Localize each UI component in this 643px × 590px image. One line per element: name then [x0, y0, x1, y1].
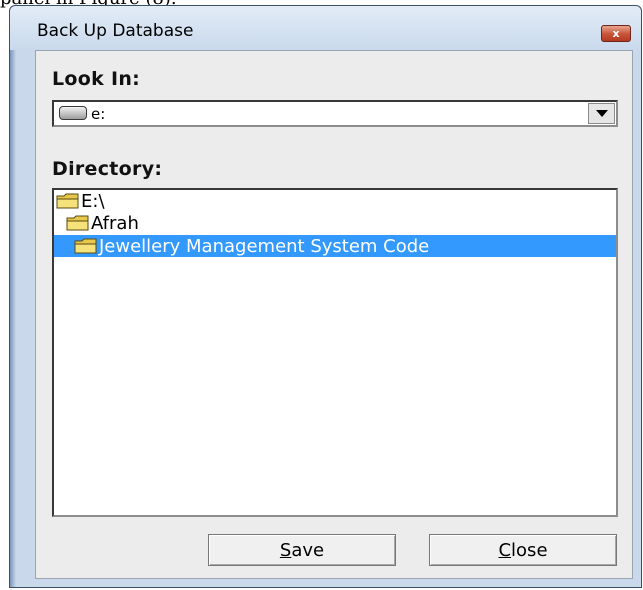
- close-mnemonic: C: [498, 539, 512, 561]
- folder-icon: [56, 193, 79, 209]
- dialog-body: Look In: e: Directory: E:\ Afrah Jewelle…: [35, 50, 633, 579]
- window-title: Back Up Database: [37, 21, 194, 41]
- folder-icon: [66, 215, 89, 231]
- close-button[interactable]: Close: [429, 534, 617, 566]
- chevron-down-icon: [595, 110, 608, 117]
- look-in-dropdown[interactable]: e:: [52, 100, 618, 127]
- close-icon: x: [612, 27, 620, 40]
- title-bar[interactable]: Back Up Database x: [10, 6, 641, 50]
- folder-icon: [74, 238, 97, 254]
- save-mnemonic: S: [279, 539, 292, 561]
- tree-item-label: E:\: [81, 190, 105, 212]
- dropdown-arrow-button[interactable]: [588, 103, 615, 124]
- look-in-value: e:: [91, 105, 106, 123]
- look-in-label: Look In:: [52, 68, 141, 90]
- tree-item-afrah[interactable]: Afrah: [66, 212, 139, 234]
- window-close-button[interactable]: x: [601, 25, 631, 42]
- tree-item-label: Afrah: [91, 212, 139, 234]
- directory-label: Directory:: [52, 158, 163, 180]
- tree-item-root[interactable]: E:\: [56, 190, 105, 212]
- backup-dialog: Back Up Database x Look In: e: Directory…: [9, 5, 642, 588]
- window-frame-edge: [10, 50, 16, 587]
- tree-item-label: Jewellery Management System Code: [99, 235, 430, 257]
- save-label-rest: ave: [291, 539, 325, 561]
- directory-tree[interactable]: E:\ Afrah Jewellery Management System Co…: [52, 188, 618, 517]
- close-label-rest: lose: [511, 539, 548, 561]
- save-button[interactable]: Save: [208, 534, 396, 566]
- drive-icon: [59, 106, 87, 120]
- tree-item-jewellery-code[interactable]: Jewellery Management System Code: [54, 235, 616, 257]
